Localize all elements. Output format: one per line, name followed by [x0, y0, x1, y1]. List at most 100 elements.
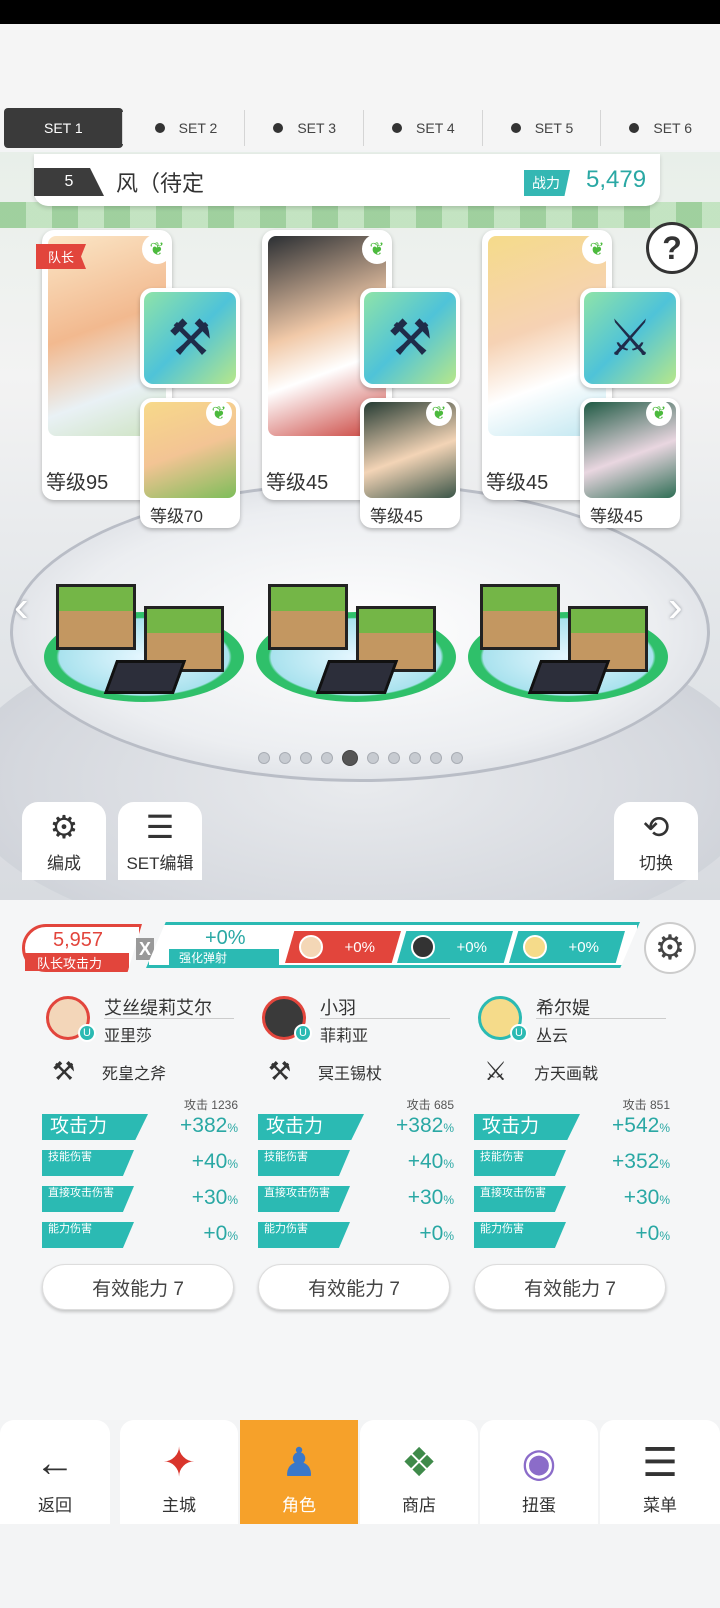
stat-value: +0%: [419, 1222, 454, 1246]
formation-button[interactable]: ⚙ 编成: [22, 802, 106, 880]
stat-number: +40: [191, 1150, 228, 1173]
sub-character-card[interactable]: ❦ 等级70: [140, 398, 240, 528]
stat-unit: %: [443, 1229, 454, 1243]
page-dot[interactable]: [278, 752, 291, 764]
unison-badge-icon: U: [78, 1024, 96, 1042]
stat-unit: %: [443, 1121, 454, 1135]
unit-plate: [315, 660, 399, 694]
stat-number: +30: [623, 1186, 660, 1209]
tab-label: SET 3: [297, 120, 336, 136]
list-icon: ☰: [145, 809, 175, 845]
stat-number: +382: [180, 1114, 228, 1137]
tab-set-1[interactable]: SET 1: [4, 108, 123, 148]
page-dot[interactable]: [408, 752, 421, 764]
effective-ability-button[interactable]: 有效能力 7: [42, 1264, 234, 1310]
nav-menu[interactable]: ☰ 菜单: [600, 1420, 720, 1524]
stat-number: +40: [407, 1150, 444, 1173]
stat-unit: %: [659, 1193, 670, 1207]
stat-attack: 攻击力 +542%: [474, 1114, 670, 1142]
tab-dot-icon: [154, 123, 165, 133]
sub-character-name: 亚里莎: [104, 1028, 153, 1045]
formation-label: 编成: [47, 854, 81, 873]
page-dot[interactable]: [429, 752, 442, 764]
swap-icon: ⟲: [642, 809, 670, 845]
page-dot[interactable]: [320, 752, 333, 764]
chip-character-1: +0%: [285, 931, 401, 963]
unit-plate: [527, 660, 611, 694]
team-slot-3[interactable]: 等级45 ❦ ⚔ ❦ 等级45: [482, 230, 682, 530]
halberd-icon: ⚔: [584, 292, 676, 384]
stat-value: +30%: [408, 1186, 454, 1210]
stat-number: +382: [396, 1114, 444, 1137]
nav-town[interactable]: ✦ 主城: [120, 1420, 238, 1524]
base-attack-label: 攻击: [183, 1098, 208, 1112]
enhance-label: 强化弹射: [169, 949, 279, 967]
tab-set-6[interactable]: SET 6: [601, 106, 720, 150]
set-edit-button[interactable]: ☰ SET编辑: [118, 802, 202, 880]
tab-set-3[interactable]: SET 3: [245, 106, 364, 150]
nav-label: 返回: [38, 1496, 72, 1515]
sub-character-card[interactable]: ❦ 等级45: [360, 398, 460, 528]
axe-icon: ⚒: [364, 292, 456, 384]
nav-label: 商店: [402, 1496, 436, 1515]
page-dot[interactable]: [299, 752, 312, 764]
tab-set-4[interactable]: SET 4: [364, 106, 483, 150]
tab-dot-icon: [510, 123, 521, 133]
page-dot[interactable]: [366, 752, 379, 764]
page-dot[interactable]: [257, 752, 270, 764]
nav-back[interactable]: ← 返回: [0, 1420, 110, 1524]
team-slot-1[interactable]: 等级95 队长 ❦ ⚒ ❦ 等级70: [36, 230, 242, 530]
switch-button[interactable]: ⟲ 切换: [614, 802, 698, 880]
stat-attack: 攻击力 +382%: [42, 1114, 238, 1142]
divider: [104, 1018, 234, 1019]
settings-gear-icon[interactable]: ⚙: [644, 922, 696, 974]
unit-platform-3: [468, 532, 668, 702]
stat-unit: %: [659, 1229, 670, 1243]
grass-block: [56, 584, 136, 650]
tab-set-2[interactable]: SET 2: [127, 106, 246, 150]
base-attack: 攻击 1236: [184, 1096, 238, 1113]
stat-unit: %: [227, 1157, 238, 1171]
boost-bar: +0% 强化弹射 +0% +0% +0%: [146, 922, 640, 968]
stat-label: 直接攻击伤害: [42, 1186, 134, 1212]
effective-ability-button[interactable]: 有效能力 7: [474, 1264, 666, 1310]
page-dot[interactable]: [387, 752, 400, 764]
weapon-card[interactable]: ⚒: [360, 288, 460, 388]
sub-character-card[interactable]: ❦ 等级45: [580, 398, 680, 528]
page-dot[interactable]: [450, 752, 463, 764]
base-attack-label: 攻击: [622, 1098, 647, 1112]
next-arrow-icon[interactable]: ›: [668, 582, 683, 632]
leader-badge: 队长: [36, 244, 87, 269]
stat-direct-damage: 直接攻击伤害 +30%: [474, 1186, 670, 1214]
stat-value: +382%: [396, 1114, 454, 1138]
weapon-card[interactable]: ⚔: [580, 288, 680, 388]
nav-shop[interactable]: ❖ 商店: [360, 1420, 478, 1524]
chip-value: +0%: [344, 938, 375, 956]
prev-arrow-icon[interactable]: ‹: [14, 582, 29, 632]
stat-skill-damage: 技能伤害 +40%: [42, 1150, 238, 1178]
stat-unit: %: [659, 1121, 670, 1135]
team-slot-2[interactable]: 等级45 ❦ ⚒ ❦ 等级45: [262, 230, 462, 530]
nav-character[interactable]: ♟ 角色: [240, 1420, 358, 1524]
stat-value: +30%: [624, 1186, 670, 1210]
weapon-card[interactable]: ⚒: [140, 288, 240, 388]
tab-label: SET 2: [178, 120, 218, 136]
stat-label: 攻击力: [474, 1114, 580, 1140]
effective-ability-button[interactable]: 有效能力 7: [258, 1264, 450, 1310]
level-label: 等级70: [150, 507, 203, 526]
party-name[interactable]: 风（待定: [116, 166, 204, 198]
wind-element-icon: ❦: [646, 400, 672, 426]
divider: [536, 1018, 666, 1019]
stat-unit: %: [227, 1121, 238, 1135]
system-bottom-bar: [0, 1524, 720, 1608]
stat-number: +352: [612, 1150, 660, 1173]
chip-value: +0%: [568, 938, 599, 956]
nav-gacha[interactable]: ◉ 扭蛋: [480, 1420, 598, 1524]
tab-set-5[interactable]: SET 5: [483, 106, 602, 150]
unison-badge-icon: U: [510, 1024, 528, 1042]
grass-block: [480, 584, 560, 650]
leader-attack-value: 5,957: [53, 929, 104, 951]
set-tabs: SET 1 SET 2 SET 3 SET 4 SET 5 SET 6: [0, 106, 720, 150]
character-face-icon: [411, 935, 435, 959]
page-dot-active[interactable]: [341, 750, 358, 766]
